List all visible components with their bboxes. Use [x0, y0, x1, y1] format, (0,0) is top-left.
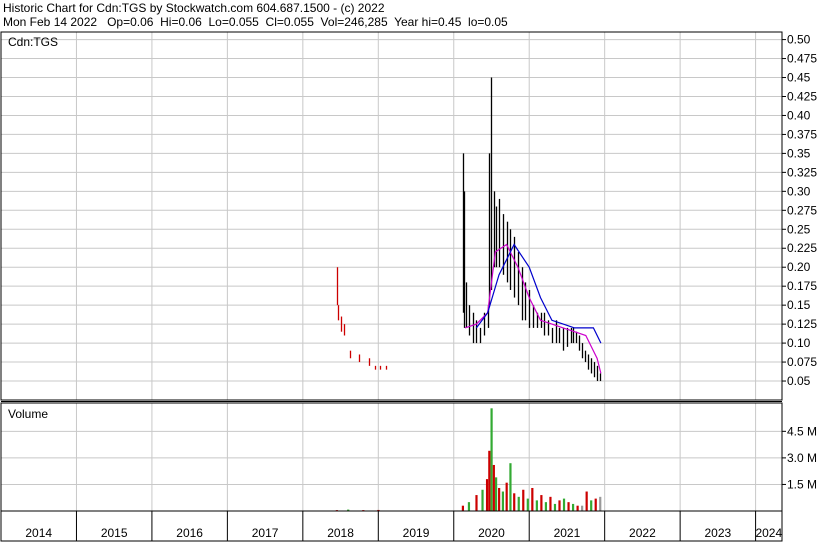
volume-bar — [585, 491, 588, 511]
stock-chart: 2014 2015 2016 2017 2018 2019 2020 2021 2022 2023… — [0, 31, 817, 542]
x-tick-label: 2018 — [327, 526, 354, 540]
y-tick-label: 0.225 — [787, 241, 817, 255]
volume-bar — [505, 482, 508, 511]
y-tick-label: 0.25 — [787, 222, 811, 236]
volume-bar — [517, 496, 520, 511]
volume-tick-label: 4.5 M — [787, 424, 817, 438]
y-tick-label: 0.15 — [787, 298, 811, 312]
volume-bar — [467, 502, 471, 511]
volume-bar — [498, 487, 501, 511]
volume-bar — [526, 498, 529, 511]
volume-bar — [492, 464, 495, 511]
y-tick-label: 0.30 — [787, 184, 811, 198]
x-tick-label: 2021 — [554, 526, 581, 540]
y-tick-label: 0.20 — [787, 260, 811, 274]
y-tick-label: 0.325 — [787, 165, 817, 179]
x-tick-label: 2022 — [629, 526, 656, 540]
x-tick-label: 2015 — [101, 526, 128, 540]
volume-tick-label: 3.0 M — [787, 451, 817, 465]
volume-bar — [594, 498, 597, 511]
y-tick-label: 0.50 — [787, 33, 811, 47]
x-tick-label: 2023 — [705, 526, 732, 540]
volume-bar — [485, 479, 489, 511]
volume-bar — [590, 500, 593, 511]
volume-bar — [540, 495, 543, 511]
y-tick-label: 0.375 — [787, 127, 817, 141]
volume-bar — [562, 498, 566, 511]
y-tick-label: 0.125 — [787, 317, 817, 331]
volume-bar — [558, 500, 561, 511]
y-tick-label: 0.35 — [787, 146, 811, 160]
volume-bar — [576, 505, 579, 511]
volume-bar — [495, 477, 498, 511]
volume-bar — [509, 463, 512, 511]
y-tick-label: 0.10 — [787, 336, 811, 350]
volume-bar — [535, 500, 538, 511]
x-tick-label: 2019 — [403, 526, 430, 540]
y-tick-label: 0.175 — [787, 279, 817, 293]
volume-bars-series — [335, 408, 602, 512]
volume-bar — [599, 496, 602, 511]
volume-bar — [553, 503, 557, 511]
volume-bar — [522, 489, 525, 511]
price-panel-frame — [0, 31, 783, 401]
volume-bar — [581, 505, 584, 511]
y-tick-label: 0.425 — [787, 89, 817, 103]
y-tick-label: 0.275 — [787, 203, 817, 217]
y-tick-label: 0.075 — [787, 355, 817, 369]
volume-panel-title: Volume — [8, 407, 48, 421]
volume-panel-grid — [1, 403, 782, 511]
volume-bar — [513, 493, 516, 511]
y-tick-label: 0.40 — [787, 108, 811, 122]
volume-bar — [490, 408, 493, 511]
volume-bar — [544, 502, 548, 511]
volume-bar — [501, 491, 505, 511]
price-panel-grid — [1, 32, 782, 400]
volume-bar — [475, 495, 478, 511]
volume-bar — [567, 502, 570, 511]
y-tick-label: 0.05 — [787, 374, 811, 388]
volume-bar — [531, 487, 534, 511]
x-tick-label: 2020 — [478, 526, 505, 540]
price-panel-title: Cdn:TGS — [8, 35, 58, 49]
volume-bar — [571, 503, 575, 511]
x-tick-label: 2016 — [176, 526, 203, 540]
volume-bar — [549, 496, 552, 511]
volume-bar — [461, 505, 465, 511]
volume-panel-frame — [0, 402, 783, 512]
volume-bar — [488, 450, 491, 511]
x-tick-label: 2024 — [755, 526, 782, 540]
x-tick-label: 2017 — [252, 526, 279, 540]
x-tick-label: 2014 — [25, 526, 52, 540]
volume-bar — [481, 489, 484, 511]
y-tick-label: 0.45 — [787, 71, 811, 85]
volume-tick-label: 1.5 M — [787, 477, 817, 491]
y-tick-label: 0.475 — [787, 52, 817, 66]
